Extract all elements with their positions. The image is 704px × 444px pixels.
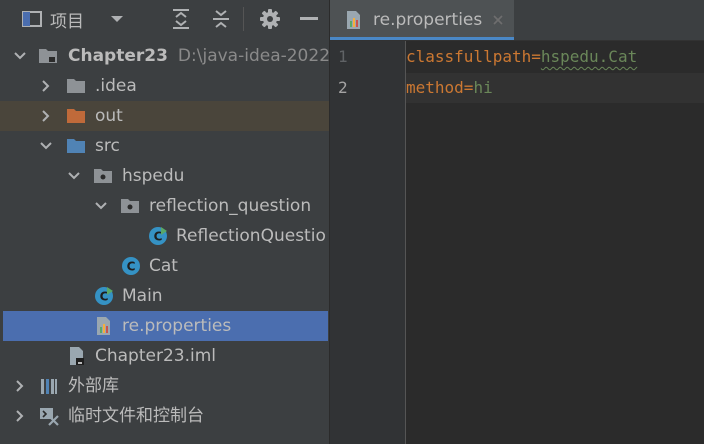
tree-item-idea[interactable]: .idea <box>0 71 329 101</box>
svg-text:C: C <box>127 260 136 274</box>
property-equals: = <box>463 78 474 97</box>
chevron-down-icon[interactable] <box>66 161 82 191</box>
project-toolbar: 项目 <box>0 0 329 38</box>
project-view-title[interactable]: 项目 <box>50 0 94 38</box>
tree-item-label: 外部库 <box>68 376 119 396</box>
tree-item-hspedu[interactable]: hspedu <box>0 161 329 191</box>
tab-re-properties[interactable]: re.properties <box>330 0 514 40</box>
tree-item-out[interactable]: out <box>0 101 329 131</box>
tree-item-chapter23[interactable]: Chapter23 D:\java-idea-2022. <box>0 41 329 71</box>
active-tab-indicator <box>330 37 514 40</box>
property-key: method <box>406 78 464 97</box>
tree-item-reflection-question-class[interactable]: C ReflectionQuestio <box>0 221 329 251</box>
module-folder-icon <box>38 46 58 66</box>
java-class-icon: C <box>121 256 141 276</box>
panel-layout-icon[interactable] <box>18 0 46 38</box>
property-key: classfullpath <box>406 47 532 66</box>
tree-item-chapter23-iml[interactable]: Chapter23.iml <box>0 341 329 371</box>
view-dropdown-icon[interactable] <box>104 0 130 38</box>
tree-item-cat[interactable]: C Cat <box>0 251 329 281</box>
chevron-down-icon[interactable] <box>12 41 28 71</box>
project-path: D:\java-idea-2022. <box>177 46 329 66</box>
tree-item-label: reflection_question <box>149 196 312 216</box>
folder-icon <box>66 76 86 96</box>
chevron-down-icon[interactable] <box>38 131 54 161</box>
source-folder-icon <box>66 136 86 156</box>
chevron-down-icon[interactable] <box>93 191 109 221</box>
property-value: hspedu.Cat <box>540 47 638 66</box>
scratches-icon <box>39 406 59 426</box>
tree-item-re-properties[interactable]: re.properties <box>3 311 328 341</box>
line-number: 1 <box>338 47 348 66</box>
tree-item-label: out <box>95 106 123 126</box>
excluded-folder-icon <box>66 106 86 126</box>
chevron-right-icon[interactable] <box>12 371 28 401</box>
tab-label: re.properties <box>373 10 483 30</box>
code-editor[interactable]: classfullpath=hspedu.Cat method=hi <box>406 41 704 444</box>
tree-item-label: ReflectionQuestio <box>176 226 326 246</box>
tree-item-label: Chapter23 <box>68 46 168 66</box>
properties-file-icon <box>344 10 364 30</box>
hide-panel-icon[interactable] <box>296 0 322 38</box>
line-number: 2 <box>338 78 348 97</box>
library-icon <box>39 376 59 396</box>
close-icon[interactable] <box>490 12 506 28</box>
tree-item-reflection-question[interactable]: reflection_question <box>0 191 329 221</box>
tree-item-label: src <box>95 136 120 156</box>
editor-tab-bar: re.properties <box>330 0 704 41</box>
expand-all-icon[interactable] <box>166 0 196 38</box>
tree-item-label: re.properties <box>122 316 232 336</box>
java-main-class-icon: C <box>94 286 114 306</box>
chevron-right-icon[interactable] <box>38 101 54 131</box>
code-line-current[interactable]: method=hi <box>406 73 704 103</box>
tree-item-external-libraries[interactable]: 外部库 <box>0 371 329 401</box>
gear-icon[interactable] <box>255 0 285 38</box>
iml-file-icon <box>67 346 87 366</box>
tree-item-label: Chapter23.iml <box>95 346 217 366</box>
line-number-gutter: 1 2 <box>330 41 406 444</box>
package-icon <box>93 166 113 186</box>
toolbar-separator <box>243 7 244 31</box>
tree-item-label: 临时文件和控制台 <box>68 406 204 426</box>
tree-item-scratches-and-consoles[interactable]: 临时文件和控制台 <box>0 401 329 431</box>
properties-file-icon <box>94 316 114 336</box>
collapse-all-icon[interactable] <box>206 0 236 38</box>
tree-item-main[interactable]: C Main <box>0 281 329 311</box>
tree-item-label: hspedu <box>122 166 185 186</box>
tree-item-label: Main <box>122 286 163 306</box>
tree-item-label: .idea <box>95 76 137 96</box>
project-panel: 项目 Chapter23 D:\java-idea-2022. .idea ou… <box>0 0 329 444</box>
tree-item-src[interactable]: src <box>0 131 329 161</box>
chevron-right-icon[interactable] <box>12 401 28 431</box>
property-value: hi <box>473 78 493 97</box>
property-equals: = <box>531 47 541 66</box>
package-icon <box>120 196 140 216</box>
tree-item-label: Cat <box>149 256 178 276</box>
java-main-class-icon: C <box>148 226 168 246</box>
chevron-right-icon[interactable] <box>38 71 54 101</box>
code-line[interactable]: classfullpath=hspedu.Cat <box>406 42 704 72</box>
